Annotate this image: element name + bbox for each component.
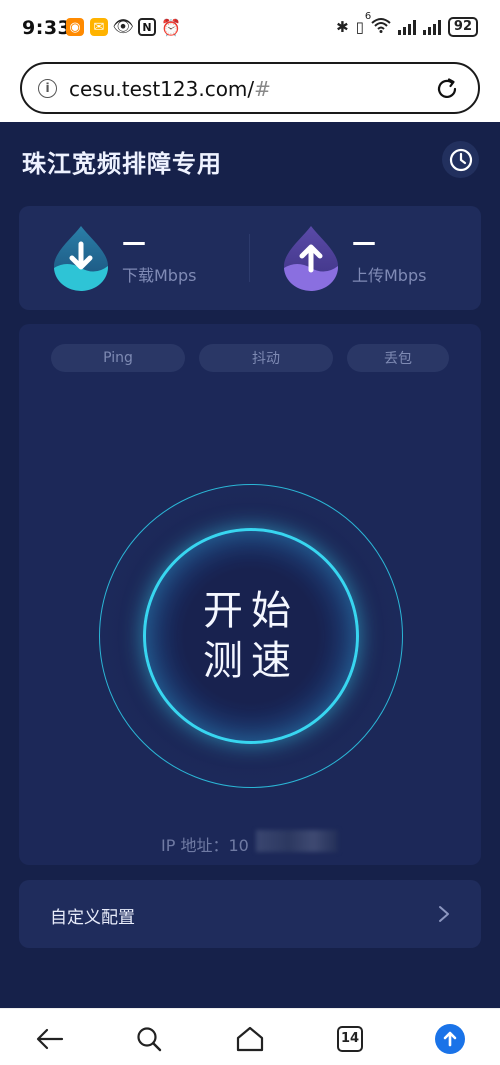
chevron-right-icon: [439, 906, 449, 922]
tabs-button[interactable]: 14: [334, 1023, 366, 1055]
start-label-line1: 开始: [203, 588, 299, 634]
url-hash: #: [254, 77, 271, 101]
back-arrow-icon: [36, 1028, 64, 1050]
upload-value: —: [352, 228, 376, 256]
jitter-metric: 抖动: [199, 344, 333, 372]
network-type-label: 6: [364, 11, 372, 22]
upload-speed: — 上传Mbps: [280, 224, 470, 294]
system-icons: ✱ ▯ 6 92: [336, 11, 478, 37]
download-speed: — 下载Mbps: [50, 224, 240, 294]
speed-summary-card: — 下载Mbps — 上传Mbps: [19, 206, 481, 310]
status-time: 9:33: [22, 17, 72, 39]
ip-address: IP 地址：10: [161, 836, 249, 855]
custom-config-row[interactable]: 自定义配置: [19, 880, 481, 948]
speedtest-panel: Ping 抖动 丢包 开始 测速 IP 地址：10: [19, 324, 481, 865]
browser-bottom-nav: 14: [0, 1008, 500, 1065]
page-title: 珠江宽频排障专用: [22, 150, 222, 178]
search-icon: [137, 1027, 162, 1052]
ping-metric: Ping: [51, 344, 185, 372]
bluetooth-icon: ✱: [336, 18, 349, 36]
url-text[interactable]: cesu.test123.com/#: [69, 77, 271, 101]
history-button[interactable]: [442, 141, 479, 178]
weibo-icon: ◉: [66, 18, 84, 36]
tabs-count: 14: [337, 1026, 363, 1052]
site-info-icon[interactable]: i: [38, 79, 57, 98]
eye-icon: 👁: [112, 17, 134, 37]
nfc-icon: N: [138, 18, 156, 36]
search-button[interactable]: [133, 1023, 165, 1055]
signal-icon-1: [397, 19, 416, 35]
notification-icons: ◉ ✉ 👁 N ⏰: [66, 17, 181, 37]
download-value: —: [122, 228, 146, 256]
home-icon: [236, 1026, 264, 1052]
back-button[interactable]: [34, 1023, 66, 1055]
upload-label: 上传Mbps: [352, 266, 427, 285]
alarm-icon: ⏰: [161, 17, 181, 37]
speedtest-app: 珠江宽频排障专用 — 下载Mbps — 上传Mbps Ping 抖动 丢包 开始…: [0, 122, 500, 1008]
app-notification-icon: ✉: [90, 18, 108, 36]
start-test-button[interactable]: 开始 测速: [143, 528, 359, 744]
signal-icon-2: [422, 19, 441, 35]
start-label-line2: 测速: [203, 638, 299, 684]
url-main: cesu.test123.com/: [69, 77, 255, 101]
ip-redacted-mask: [256, 830, 338, 852]
address-bar[interactable]: i cesu.test123.com/#: [20, 62, 480, 114]
download-label: 下载Mbps: [122, 266, 197, 285]
packet-loss-metric: 丢包: [347, 344, 449, 372]
status-bar: 9:33 ◉ ✉ 👁 N ⏰ ✱ ▯ 6 92: [0, 0, 500, 58]
clock-icon: [449, 148, 472, 171]
custom-config-label: 自定义配置: [50, 908, 135, 928]
wifi-icon: 6: [365, 11, 391, 37]
speed-divider: [249, 234, 250, 282]
upload-action-button[interactable]: [434, 1023, 466, 1055]
upload-circle-icon: [435, 1024, 465, 1054]
upload-icon: [284, 226, 339, 292]
battery-indicator: 92: [447, 17, 478, 37]
vibrate-icon: ▯: [355, 18, 364, 36]
reload-icon[interactable]: [434, 76, 460, 102]
download-icon: [54, 226, 109, 292]
home-button[interactable]: [234, 1023, 266, 1055]
